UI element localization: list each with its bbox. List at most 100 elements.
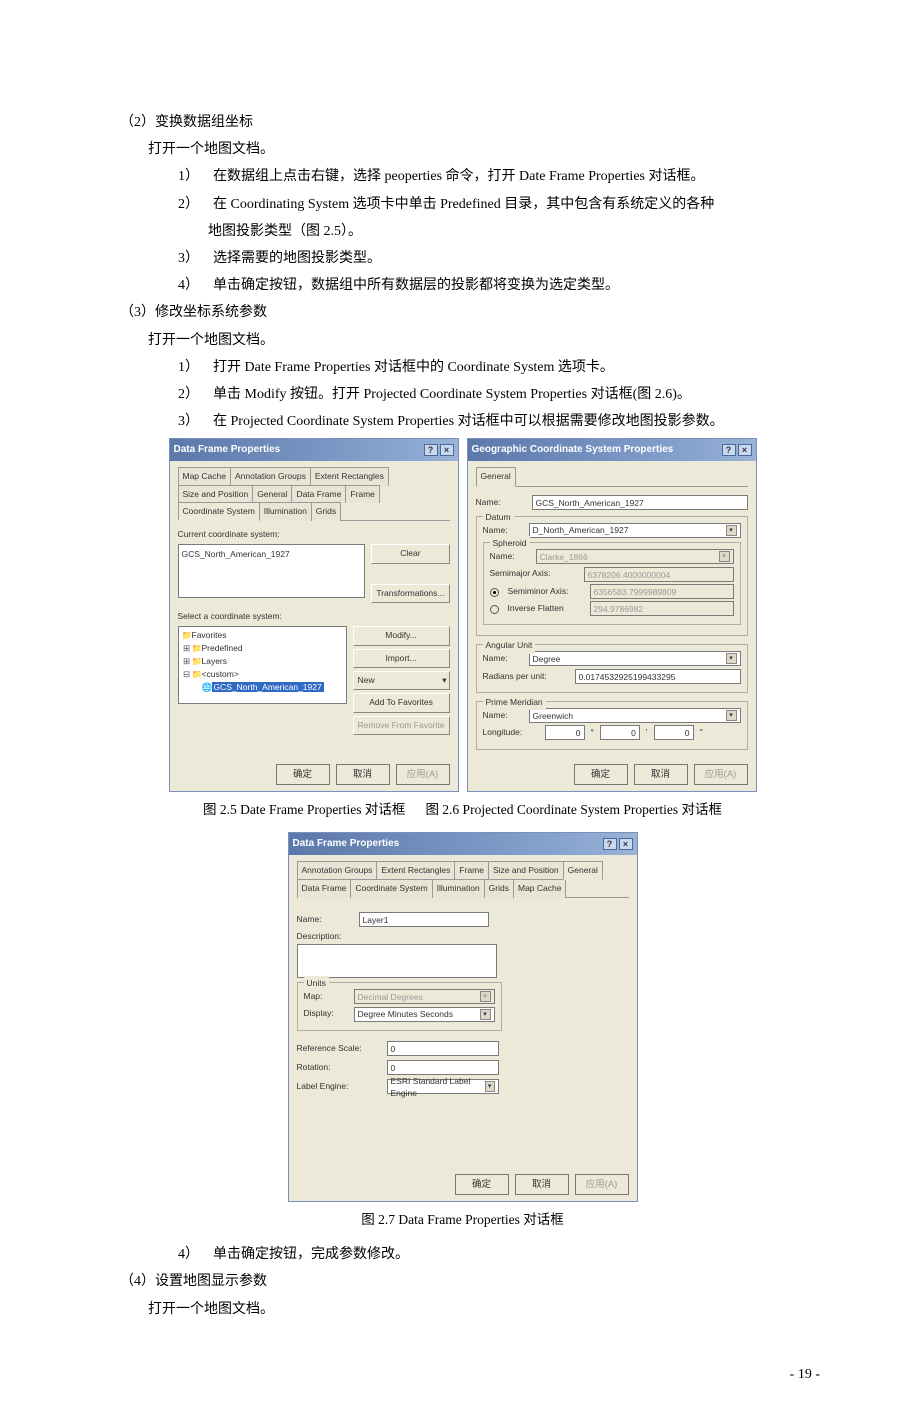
invflat-field: 294.9786982 (590, 601, 734, 616)
add-favorites-button[interactable]: Add To Favorites (353, 693, 450, 712)
tree-selected-item[interactable]: GCS_North_American_1927 (212, 682, 324, 692)
tree-custom[interactable]: <custom> (202, 669, 239, 679)
help-icon[interactable]: ? (722, 444, 736, 456)
display-combo[interactable]: Degree Minutes Seconds▾ (354, 1007, 495, 1022)
spheroid-name-combo: Clarke_1866▾ (536, 549, 734, 564)
para-3-step2: 2） 单击 Modify 按钮。打开 Projected Coordinate … (100, 382, 825, 407)
para-2-step2a: 2） 在 Coordinating System 选项卡中单击 Predefin… (100, 192, 825, 217)
ok-button-26[interactable]: 确定 (574, 764, 628, 785)
dialog-27-title: Data Frame Properties (293, 835, 400, 853)
tab-size-position[interactable]: Size and Position (178, 485, 254, 503)
tab-extent-rectangles-27[interactable]: Extent Rectangles (376, 861, 455, 880)
tab-illumination[interactable]: Illumination (259, 502, 312, 521)
tab-general-27[interactable]: General (563, 861, 603, 880)
name-input-26[interactable]: GCS_North_American_1927 (532, 495, 748, 510)
spheroid-group: Spheroid Name: Clarke_1866▾ Semimajor Ax… (483, 542, 741, 625)
prime-combo[interactable]: Greenwich▾ (529, 708, 741, 723)
cs-tree[interactable]: 📁Favorites ⊞📁Predefined ⊞📁Layers ⊟📁<cust… (178, 626, 347, 704)
desc-input-27[interactable] (297, 944, 497, 978)
desc-label-27: Description: (297, 929, 629, 944)
para-4-open: 打开一个地图文档。 (100, 1297, 825, 1322)
new-button[interactable]: New▾ (353, 671, 450, 690)
cancel-button-27[interactable]: 取消 (515, 1174, 569, 1195)
semimajor-field: 6378206.4000000004 (584, 567, 734, 582)
caption-26: 图 2.6 Projected Coordinate System Proper… (425, 798, 722, 822)
datum-name-combo[interactable]: D_North_American_1927▾ (529, 523, 741, 538)
caption-25: 图 2.5 Date Frame Properties 对话框 (203, 798, 405, 822)
para-4-head: （4）设置地图显示参数 (100, 1269, 825, 1294)
help-icon[interactable]: ? (603, 838, 617, 850)
tab-general[interactable]: General (252, 485, 292, 503)
para-3-step3: 3） 在 Projected Coordinate System Propert… (100, 409, 825, 434)
para-3-step4: 4） 单击确定按钮，完成参数修改。 (100, 1242, 825, 1267)
ok-button-25[interactable]: 确定 (276, 764, 330, 785)
radians-field[interactable]: 0.0174532925199433295 (575, 669, 741, 684)
tab-map-cache[interactable]: Map Cache (178, 467, 231, 485)
long-min[interactable]: 0 (600, 725, 640, 740)
para-3-open: 打开一个地图文档。 (100, 328, 825, 353)
refscale-input[interactable]: 0 (387, 1041, 499, 1056)
dialog-26-title: Geographic Coordinate System Properties (472, 441, 674, 459)
long-deg[interactable]: 0 (545, 725, 585, 740)
import-button[interactable]: Import... (353, 649, 450, 668)
ok-button-27[interactable]: 确定 (455, 1174, 509, 1195)
tab-data-frame-27[interactable]: Data Frame (297, 879, 352, 897)
caption-27: 图 2.7 Data Frame Properties 对话框 (100, 1208, 825, 1232)
para-2-open: 打开一个地图文档。 (100, 137, 825, 162)
clear-button[interactable]: Clear (371, 544, 449, 563)
tab-general-26[interactable]: General (476, 467, 516, 486)
tab-coordinate-system-27[interactable]: Coordinate System (350, 879, 432, 897)
close-icon[interactable]: × (619, 838, 633, 850)
tab-data-frame[interactable]: Data Frame (291, 485, 346, 503)
help-icon[interactable]: ? (424, 444, 438, 456)
dialog-25-tabs: Map Cache Annotation Groups Extent Recta… (178, 467, 450, 521)
radians-label: Radians per unit: (483, 669, 569, 684)
invflat-radio[interactable] (490, 605, 499, 614)
name-label-26: Name: (476, 495, 526, 510)
close-icon[interactable]: × (440, 444, 454, 456)
current-cs-value: GCS_North_American_1927 (182, 549, 290, 559)
tree-predefined[interactable]: Predefined (202, 643, 243, 653)
refscale-label: Reference Scale: (297, 1041, 381, 1056)
semiminor-label: Semiminor Axis: (508, 584, 584, 599)
rotation-input[interactable]: 0 (387, 1060, 499, 1075)
tree-favorites[interactable]: Favorites (192, 630, 227, 640)
tab-extent-rectangles[interactable]: Extent Rectangles (310, 467, 389, 485)
transformations-button[interactable]: Transformations... (371, 584, 449, 603)
labeleng-label: Label Engine: (297, 1079, 381, 1094)
spheroid-group-title: Spheroid (490, 536, 530, 551)
tree-layers[interactable]: Layers (202, 656, 228, 666)
tab-map-cache-27[interactable]: Map Cache (513, 879, 566, 897)
name-label-27: Name: (297, 912, 353, 927)
map-combo: Decimal Degrees▾ (354, 989, 495, 1004)
tab-coordinate-system[interactable]: Coordinate System (178, 502, 260, 521)
tab-frame-27[interactable]: Frame (454, 861, 489, 880)
modify-button[interactable]: Modify... (353, 626, 450, 645)
cancel-button-26[interactable]: 取消 (634, 764, 688, 785)
long-sec[interactable]: 0 (654, 725, 694, 740)
cancel-button-25[interactable]: 取消 (336, 764, 390, 785)
tab-grids-27[interactable]: Grids (484, 879, 514, 897)
name-input-27[interactable]: Layer1 (359, 912, 489, 927)
dialog-27-tabs: Annotation Groups Extent Rectangles Fram… (297, 861, 629, 898)
prime-meridian-group: Prime Meridian Name: Greenwich▾ Longitud… (476, 701, 748, 750)
invflat-label: Inverse Flatten (508, 601, 584, 616)
close-icon[interactable]: × (738, 444, 752, 456)
apply-button-27: 应用(A) (575, 1174, 629, 1195)
datum-group-title: Datum (483, 510, 514, 525)
para-3-step1: 1） 打开 Date Frame Properties 对话框中的 Coordi… (100, 355, 825, 380)
tab-annotation-groups[interactable]: Annotation Groups (230, 467, 311, 485)
tab-grids[interactable]: Grids (311, 502, 341, 521)
tab-frame[interactable]: Frame (345, 485, 380, 503)
current-cs-label: Current coordinate system: (178, 527, 450, 542)
angular-combo[interactable]: Degree▾ (529, 651, 741, 666)
labeleng-combo[interactable]: ESRI Standard Label Engine▾ (387, 1079, 499, 1094)
tab-annotation-groups-27[interactable]: Annotation Groups (297, 861, 378, 880)
select-cs-label: Select a coordinate system: (178, 609, 450, 624)
tab-illumination-27[interactable]: Illumination (432, 879, 485, 897)
semiminor-radio[interactable] (490, 588, 499, 597)
dialog-27: Data Frame Properties ? × Annotation Gro… (288, 832, 638, 1202)
dialog-25: Data Frame Properties ? × Map Cache Anno… (169, 438, 459, 791)
tab-size-position-27[interactable]: Size and Position (488, 861, 564, 880)
para-3-head: （3）修改坐标系统参数 (100, 300, 825, 325)
